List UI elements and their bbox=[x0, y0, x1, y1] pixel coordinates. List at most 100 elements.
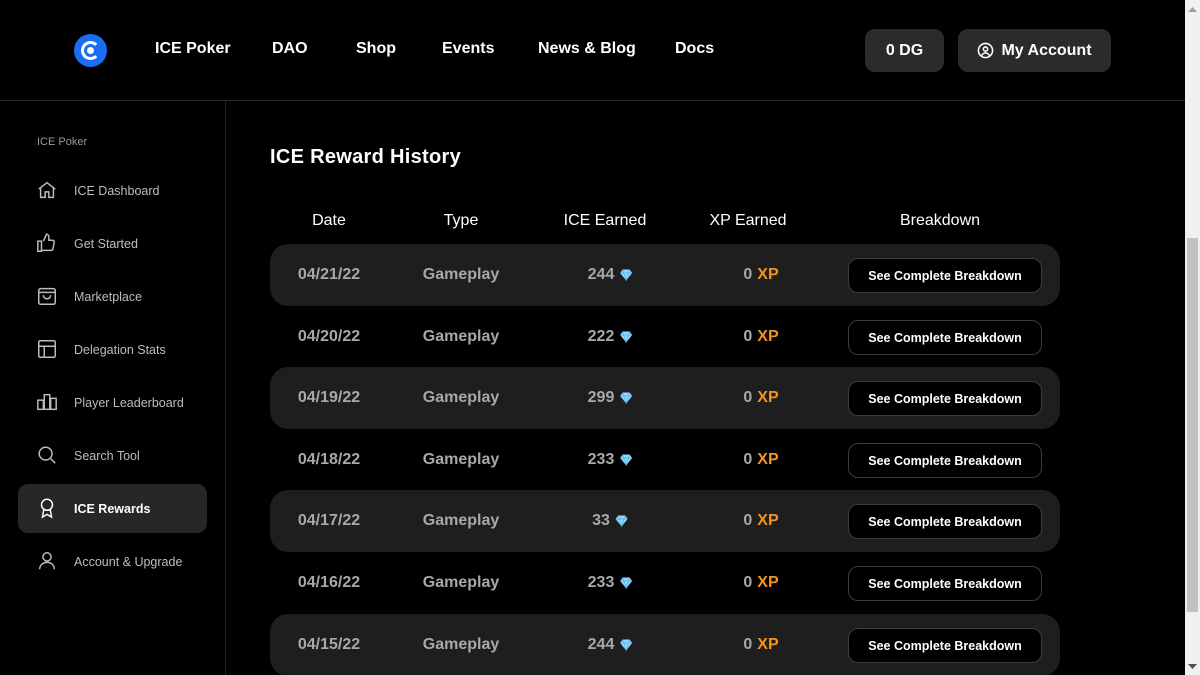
see-complete-breakdown-button[interactable]: See Complete Breakdown bbox=[848, 320, 1042, 355]
xp-unit: XP bbox=[757, 266, 779, 283]
row-date: 04/16/22 bbox=[297, 574, 361, 591]
scroll-down-arrow-icon[interactable] bbox=[1185, 658, 1200, 675]
sidebar-item-ice-dashboard[interactable]: ICE Dashboard bbox=[18, 166, 207, 215]
row-xp-earned: 0 XP bbox=[743, 328, 778, 346]
ice-amount: 299 bbox=[587, 389, 615, 406]
row-ice-earned: 244 bbox=[588, 636, 633, 654]
user-icon bbox=[38, 552, 56, 570]
see-complete-breakdown-button[interactable]: See Complete Breakdown bbox=[848, 258, 1042, 293]
sidebar-item-label: Marketplace bbox=[74, 289, 143, 304]
xp-unit: XP bbox=[757, 574, 779, 591]
sidebar-item-label: Player Leaderboard bbox=[74, 395, 184, 410]
decentral-games-logo-icon[interactable] bbox=[74, 34, 107, 67]
nav-ice-poker[interactable]: ICE Poker bbox=[155, 40, 231, 58]
layout-icon bbox=[38, 340, 56, 358]
ice-amount: 33 bbox=[592, 512, 610, 529]
see-complete-breakdown-button[interactable]: See Complete Breakdown bbox=[848, 381, 1042, 416]
sidebar-item-search-tool[interactable]: Search Tool bbox=[18, 431, 207, 480]
page-scrollbar[interactable] bbox=[1185, 0, 1200, 675]
table-row: 04/19/22 Gameplay 299 0 XP See Complete Break… bbox=[270, 367, 1060, 429]
xp-unit: XP bbox=[757, 512, 779, 529]
nav-events[interactable]: Events bbox=[442, 40, 494, 58]
see-complete-breakdown-button[interactable]: See Complete Breakdown bbox=[848, 628, 1042, 663]
column-header-date: Date bbox=[312, 212, 346, 229]
table-row: 04/15/22 Gameplay 244 0 XP See Complete Break… bbox=[270, 614, 1060, 675]
scrollbar-thumb[interactable] bbox=[1187, 238, 1198, 612]
table-row: 04/16/22 Gameplay 233 0 XP See Complete Break… bbox=[270, 552, 1060, 614]
row-xp-earned: 0 XP bbox=[743, 574, 778, 592]
nav-shop[interactable]: Shop bbox=[356, 40, 396, 58]
row-ice-earned: 33 bbox=[592, 512, 628, 530]
sidebar-item-ice-rewards[interactable]: ICE Rewards bbox=[18, 484, 207, 533]
nav-dao[interactable]: DAO bbox=[272, 40, 308, 58]
sidebar-item-label: Get Started bbox=[74, 236, 138, 251]
table-row: 04/21/22 Gameplay 244 0 XP See Complete Break… bbox=[270, 244, 1060, 306]
nav-news-blog[interactable]: News & Blog bbox=[538, 40, 636, 58]
dg-balance-button[interactable]: 0 DG bbox=[865, 29, 944, 72]
sidebar-item-get-started[interactable]: Get Started bbox=[18, 219, 207, 268]
row-ice-earned: 299 bbox=[588, 389, 633, 407]
nav-docs[interactable]: Docs bbox=[675, 40, 714, 58]
column-header-breakdown: Breakdown bbox=[899, 212, 981, 229]
row-type: Gameplay bbox=[422, 389, 500, 406]
row-ice-earned: 222 bbox=[588, 328, 633, 346]
user-circle-icon bbox=[978, 42, 994, 59]
row-xp-earned: 0 XP bbox=[743, 266, 778, 284]
table-row: 04/20/22 Gameplay 222 0 XP See Complete Break… bbox=[270, 306, 1060, 368]
ice-diamond-icon bbox=[619, 331, 632, 343]
xp-unit: XP bbox=[757, 389, 779, 406]
see-complete-breakdown-button[interactable]: See Complete Breakdown bbox=[848, 443, 1042, 478]
award-icon bbox=[40, 498, 54, 519]
sidebar-item-marketplace[interactable]: Marketplace bbox=[18, 272, 207, 321]
bar-chart-icon bbox=[37, 393, 57, 411]
xp-amount: 0 bbox=[743, 389, 753, 406]
row-type: Gameplay bbox=[422, 636, 500, 653]
column-header-xp-earned: XP Earned bbox=[709, 212, 787, 229]
row-ice-earned: 233 bbox=[588, 451, 633, 469]
xp-amount: 0 bbox=[743, 328, 753, 345]
row-xp-earned: 0 XP bbox=[743, 512, 778, 530]
row-date: 04/19/22 bbox=[297, 389, 361, 406]
row-date: 04/21/22 bbox=[297, 266, 361, 283]
xp-amount: 0 bbox=[743, 574, 753, 591]
home-icon bbox=[38, 181, 56, 199]
shopping-bag-icon bbox=[38, 287, 56, 305]
page-title: ICE Reward History bbox=[270, 146, 462, 168]
xp-unit: XP bbox=[757, 451, 779, 468]
sidebar-item-label: Account & Upgrade bbox=[74, 554, 183, 569]
ice-amount: 244 bbox=[587, 636, 615, 653]
row-date: 04/15/22 bbox=[297, 636, 361, 653]
ice-amount: 233 bbox=[587, 451, 615, 468]
xp-amount: 0 bbox=[743, 512, 753, 529]
see-complete-breakdown-button[interactable]: See Complete Breakdown bbox=[848, 566, 1042, 601]
ice-diamond-icon bbox=[619, 269, 632, 281]
xp-amount: 0 bbox=[743, 451, 753, 468]
sidebar-item-label: ICE Dashboard bbox=[74, 183, 160, 198]
column-header-ice-earned: ICE Earned bbox=[563, 212, 647, 229]
sidebar-item-label: Delegation Stats bbox=[74, 342, 166, 357]
xp-amount: 0 bbox=[743, 266, 753, 283]
row-ice-earned: 244 bbox=[588, 266, 633, 284]
row-xp-earned: 0 XP bbox=[743, 451, 778, 469]
ice-diamond-icon bbox=[619, 454, 632, 466]
ice-diamond-icon bbox=[615, 515, 628, 527]
row-type: Gameplay bbox=[422, 266, 500, 283]
row-type: Gameplay bbox=[422, 451, 500, 468]
my-account-button[interactable]: My Account bbox=[958, 29, 1111, 72]
sidebar-item-player-leaderboard[interactable]: Player Leaderboard bbox=[18, 378, 207, 427]
my-account-label: My Account bbox=[1001, 41, 1092, 59]
row-type: Gameplay bbox=[422, 328, 500, 345]
sidebar-item-delegation-stats[interactable]: Delegation Stats bbox=[18, 325, 207, 374]
ice-diamond-icon bbox=[619, 639, 632, 651]
row-ice-earned: 233 bbox=[588, 574, 633, 592]
ice-amount: 233 bbox=[587, 574, 615, 591]
row-xp-earned: 0 XP bbox=[743, 389, 778, 407]
table-row: 04/17/22 Gameplay 33 0 XP See Complete Breakd… bbox=[270, 490, 1060, 552]
sidebar-item-account-upgrade[interactable]: Account & Upgrade bbox=[18, 537, 207, 586]
see-complete-breakdown-button[interactable]: See Complete Breakdown bbox=[848, 504, 1042, 539]
xp-amount: 0 bbox=[743, 636, 753, 653]
scroll-up-arrow-icon[interactable] bbox=[1185, 0, 1200, 17]
column-header-type: Type bbox=[443, 212, 479, 229]
sidebar-item-label: ICE Rewards bbox=[74, 501, 151, 516]
row-date: 04/18/22 bbox=[297, 451, 361, 468]
